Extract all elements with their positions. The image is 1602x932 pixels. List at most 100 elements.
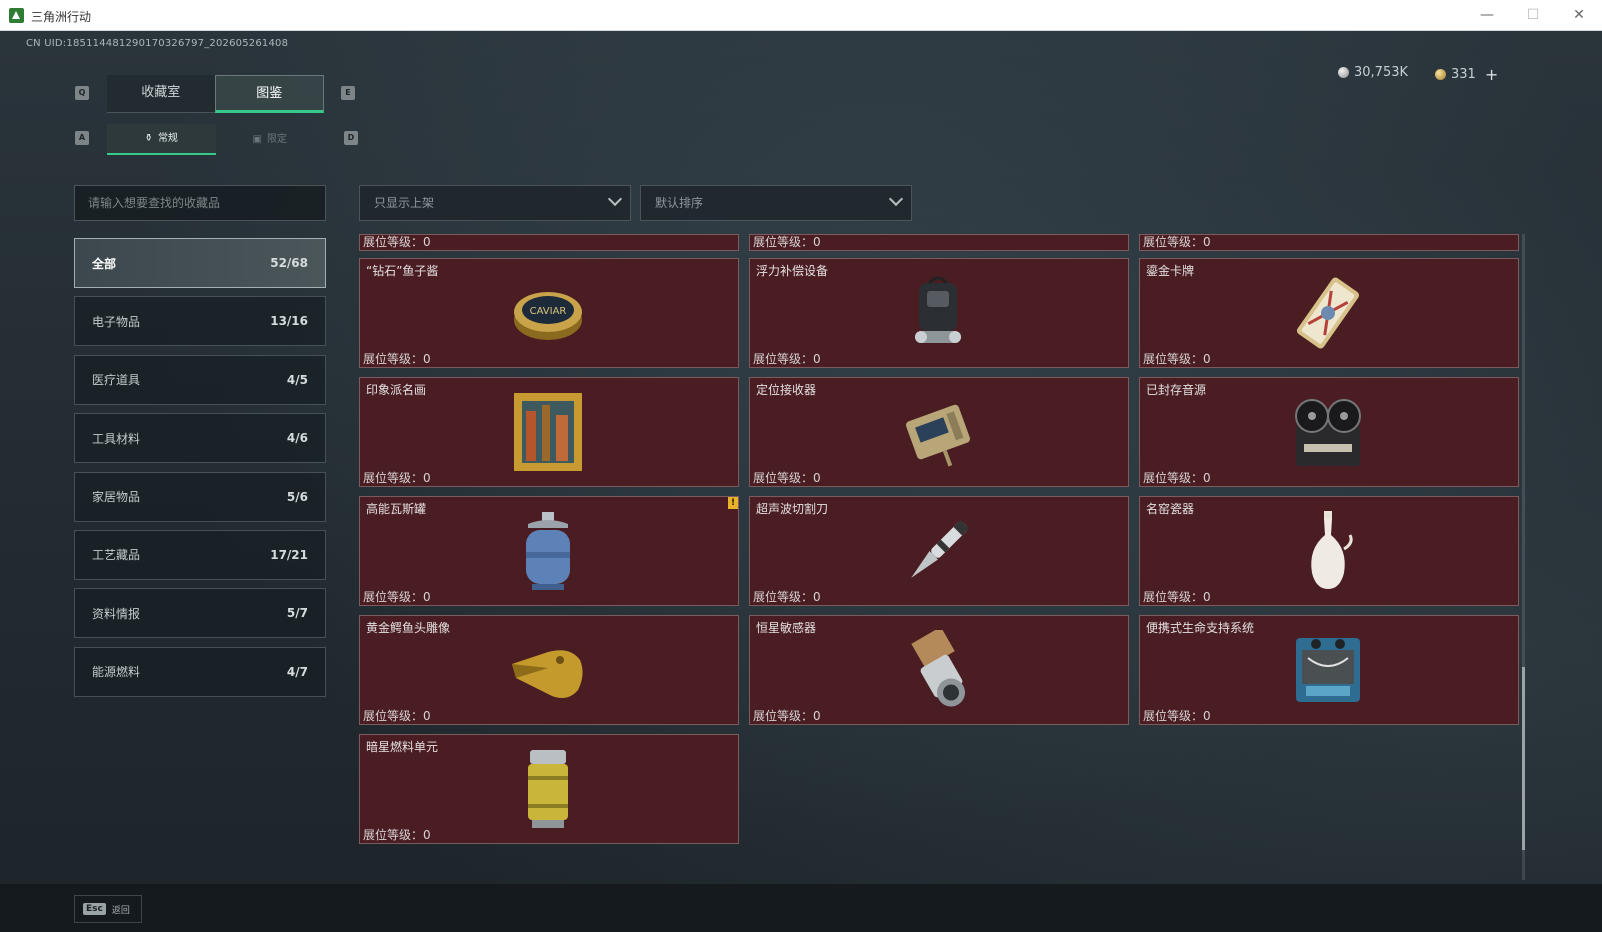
item-card-caviar[interactable]: “钻石”鱼子酱 CAVIAR 展位等级：0	[359, 258, 739, 368]
item-name: 印象派名画	[366, 383, 427, 397]
item-card-ultrasonic-knife[interactable]: 超声波切割刀 展位等级：0	[749, 496, 1129, 606]
gold-coin-icon	[1435, 69, 1446, 80]
esc-key-hint: Esc	[83, 903, 106, 915]
item-name: 超声波切割刀	[756, 502, 829, 516]
maximize-button[interactable]: ☐	[1510, 0, 1556, 31]
category-all[interactable]: 全部 52/68	[74, 238, 326, 288]
currency-silver: 30,753K	[1338, 65, 1408, 80]
item-card-fuel-cell[interactable]: 暗星燃料单元 展位等级：0	[359, 734, 739, 844]
window-title: 三角洲行动	[31, 10, 92, 24]
key-hint-a: A	[75, 131, 89, 145]
tab-regular[interactable]: ⚱ 常规	[107, 124, 216, 155]
dropdown-value: 默认排序	[655, 196, 704, 210]
item-name: 便携式生命支持系统	[1146, 621, 1255, 635]
category-household[interactable]: 家居物品 5/6	[74, 471, 326, 522]
item-card-gold-crocodile[interactable]: 黄金鳄鱼头雕像 展位等级：0	[359, 615, 739, 725]
display-level: 展位等级：0	[1143, 471, 1211, 485]
display-level: 展位等级：0	[753, 235, 821, 249]
warning-badge: !	[728, 497, 738, 509]
key-hint-d: D	[344, 131, 358, 145]
window-title-bar: 三角洲行动 — ☐ ✕	[0, 0, 1602, 31]
display-level: 展位等级：0	[1143, 235, 1211, 249]
scrollbar-thumb[interactable]	[1522, 667, 1525, 850]
porcelain-vase-icon	[1288, 511, 1368, 591]
chevron-down-icon	[888, 191, 904, 207]
buoyancy-device-icon	[898, 273, 978, 353]
silver-coin-icon	[1338, 67, 1349, 78]
category-count: 13/16	[270, 314, 308, 329]
sort-dropdown[interactable]: 默认排序	[640, 185, 912, 221]
item-card-porcelain[interactable]: 名窑瓷器 展位等级：0	[1139, 496, 1519, 606]
framed-painting-icon	[508, 392, 588, 472]
item-card-gilded-card[interactable]: 鎏金卡牌 展位等级：0	[1139, 258, 1519, 368]
minimize-button[interactable]: —	[1464, 0, 1510, 31]
grid-scrollbar[interactable]	[1522, 234, 1525, 880]
display-level: 展位等级：0	[1143, 590, 1211, 604]
tab-label: 常规	[157, 133, 178, 144]
currency-value: 30,753K	[1354, 65, 1409, 80]
category-label: 能源燃料	[92, 665, 141, 680]
item-card-reel-recorder[interactable]: 已封存音源 展位等级：0	[1139, 377, 1519, 487]
shelf-filter-dropdown[interactable]: 只显示上架	[359, 185, 631, 221]
tab-collection-room[interactable]: 收藏室	[107, 75, 215, 113]
back-button[interactable]: Esc 返回	[74, 895, 142, 923]
item-card-partial[interactable]: 展位等级：0	[359, 234, 739, 251]
dropdown-value: 只显示上架	[374, 196, 435, 210]
vase-icon: ⚱	[144, 133, 153, 144]
display-level: 展位等级：0	[753, 352, 821, 366]
key-hint-q: Q	[75, 86, 89, 100]
category-label: 家居物品	[92, 490, 141, 505]
category-count: 4/6	[286, 431, 308, 446]
display-level: 展位等级：0	[363, 352, 431, 366]
item-name: 已封存音源	[1146, 383, 1207, 397]
display-level: 展位等级：0	[363, 828, 431, 842]
display-level: 展位等级：0	[753, 709, 821, 723]
item-card-gas-canister[interactable]: 高能瓦斯罐 ! 展位等级：0	[359, 496, 739, 606]
category-intel[interactable]: 资料情报 5/7	[74, 588, 326, 639]
item-card-star-sensor[interactable]: 恒星敏感器 展位等级：0	[749, 615, 1129, 725]
add-currency-button[interactable]: +	[1485, 65, 1498, 84]
item-name: 浮力补偿设备	[756, 264, 829, 278]
fuel-cell-icon	[508, 749, 588, 829]
category-list: 全部 52/68 电子物品 13/16 医疗道具 4/5 工具材料 4/6 家居…	[74, 238, 326, 705]
item-card-partial[interactable]: 展位等级：0	[749, 234, 1129, 251]
category-count: 5/6	[286, 489, 308, 504]
reel-recorder-icon	[1288, 392, 1368, 472]
display-level: 展位等级：0	[363, 471, 431, 485]
item-card-partial[interactable]: 展位等级：0	[1139, 234, 1519, 251]
collectible-grid: 展位等级：0 展位等级：0 展位等级：0 “钻石”鱼子酱 CAVIAR 展位等级…	[359, 234, 1519, 880]
life-support-system-icon	[1288, 630, 1368, 710]
uid-label: CN UID:1851144812901703267​97_2026052614…	[26, 38, 289, 49]
svg-text:CAVIAR: CAVIAR	[530, 306, 567, 317]
tab-label: 限定	[266, 134, 287, 145]
item-name: 恒星敏感器	[756, 621, 817, 635]
game-viewport: CN UID:1851144812901703267​97_2026052614…	[0, 31, 1602, 932]
gps-receiver-icon	[898, 392, 978, 472]
search-input[interactable]	[74, 185, 326, 221]
category-count: 4/7	[286, 664, 308, 679]
category-tools[interactable]: 工具材料 4/6	[74, 413, 326, 464]
tab-codex[interactable]: 图鉴	[214, 75, 324, 113]
back-label: 返回	[111, 905, 130, 916]
gold-crocodile-head-icon	[508, 630, 588, 710]
category-label: 医疗道具	[92, 373, 141, 388]
category-crafts[interactable]: 工艺藏品 17/21	[74, 529, 326, 580]
close-button[interactable]: ✕	[1556, 0, 1602, 31]
category-fuel[interactable]: 能源燃料 4/7	[74, 646, 326, 697]
category-electronics[interactable]: 电子物品 13/16	[74, 296, 326, 347]
picture-icon: ▣	[252, 134, 262, 145]
tab-limited[interactable]: ▣ 限定	[216, 124, 325, 155]
item-name: 名窑瓷器	[1146, 502, 1195, 516]
item-name: 黄金鳄鱼头雕像	[366, 621, 451, 635]
gilded-card-icon	[1288, 273, 1368, 353]
category-medical[interactable]: 医疗道具 4/5	[74, 354, 326, 405]
category-label: 工艺藏品	[92, 548, 141, 563]
category-count: 5/7	[286, 606, 308, 621]
item-card-painting[interactable]: 印象派名画 展位等级：0	[359, 377, 739, 487]
item-card-gps-receiver[interactable]: 定位接收器 展位等级：0	[749, 377, 1129, 487]
item-name: 鎏金卡牌	[1146, 264, 1195, 278]
item-card-buoyancy[interactable]: 浮力补偿设备 展位等级：0	[749, 258, 1129, 368]
item-name: 暗星燃料单元	[366, 740, 439, 754]
display-level: 展位等级：0	[363, 590, 431, 604]
item-card-life-support[interactable]: 便携式生命支持系统 展位等级：0	[1139, 615, 1519, 725]
